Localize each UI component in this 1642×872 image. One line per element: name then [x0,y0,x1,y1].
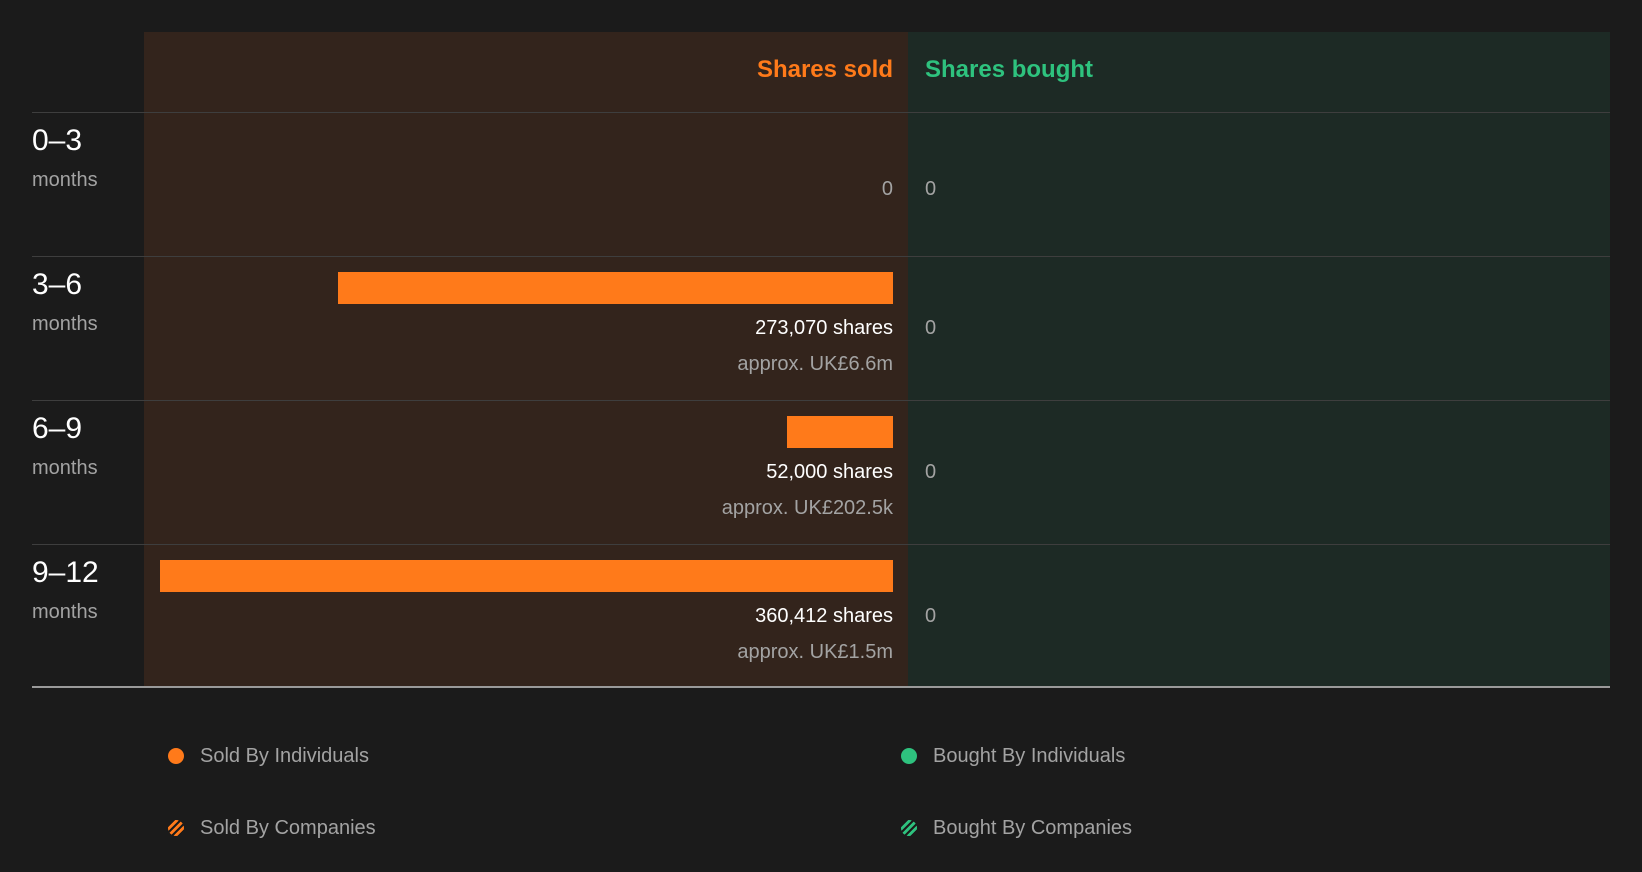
row-label: 9–12 months [32,556,99,624]
row-divider [32,256,1610,257]
legend-item: Bought By Companies [901,816,1132,840]
legend-item: Sold By Individuals [168,744,369,768]
shares-sold-bar[interactable] [338,272,893,304]
row-divider [32,112,1610,113]
shares-sold-bar[interactable] [160,560,893,592]
shares-bought-value: 0 [925,178,937,200]
row-unit-label: months [32,169,98,191]
row-divider [32,400,1610,401]
row-unit-label: months [32,457,98,479]
chart-baseline [32,686,1610,688]
shares-sold-value: 360,412 shares [755,605,893,627]
legend-item: Bought By Individuals [901,744,1125,768]
legend-label: Bought By Individuals [933,745,1126,767]
legend-solid-swatch [168,748,184,764]
row-range-label: 9–12 [32,556,99,589]
legend-item: Sold By Companies [168,816,376,840]
shares-sold-value: 273,070 shares [755,317,893,339]
legend-striped-swatch [901,820,917,836]
legend-solid-swatch [901,748,917,764]
shares-bought-panel [908,32,1610,688]
shares-bought-value: 0 [925,317,937,339]
row-unit-label: months [32,313,98,335]
shares-bought-value: 0 [925,605,937,627]
row-range-label: 6–9 [32,412,83,445]
row-label: 0–3 months [32,124,98,192]
legend-label: Bought By Companies [933,817,1133,839]
shares-sold-approx-value: approx. UK£6.6m [737,353,893,375]
shares-bought-value: 0 [925,461,937,483]
insider-trading-chart: Shares sold Shares bought 0–3 months 0 0 3–6… [0,0,1642,872]
shares-sold-bar[interactable] [787,416,893,448]
row-divider [32,544,1610,545]
shares-sold-approx-value: approx. UK£1.5m [737,641,893,663]
row-label: 3–6 months [32,268,98,336]
row-range-label: 3–6 [32,268,83,301]
shares-bought-header: Shares bought [925,56,1094,83]
row-label: 6–9 months [32,412,98,480]
row-unit-label: months [32,601,98,623]
shares-sold-value: 52,000 shares [766,461,893,483]
shares-sold-header: Shares sold [756,56,893,83]
row-range-label: 0–3 [32,124,83,157]
shares-sold-value: 0 [881,178,893,200]
legend-label: Sold By Individuals [200,745,369,767]
legend-striped-swatch [168,820,184,836]
shares-sold-approx-value: approx. UK£202.5k [721,497,893,519]
legend-label: Sold By Companies [200,817,376,839]
